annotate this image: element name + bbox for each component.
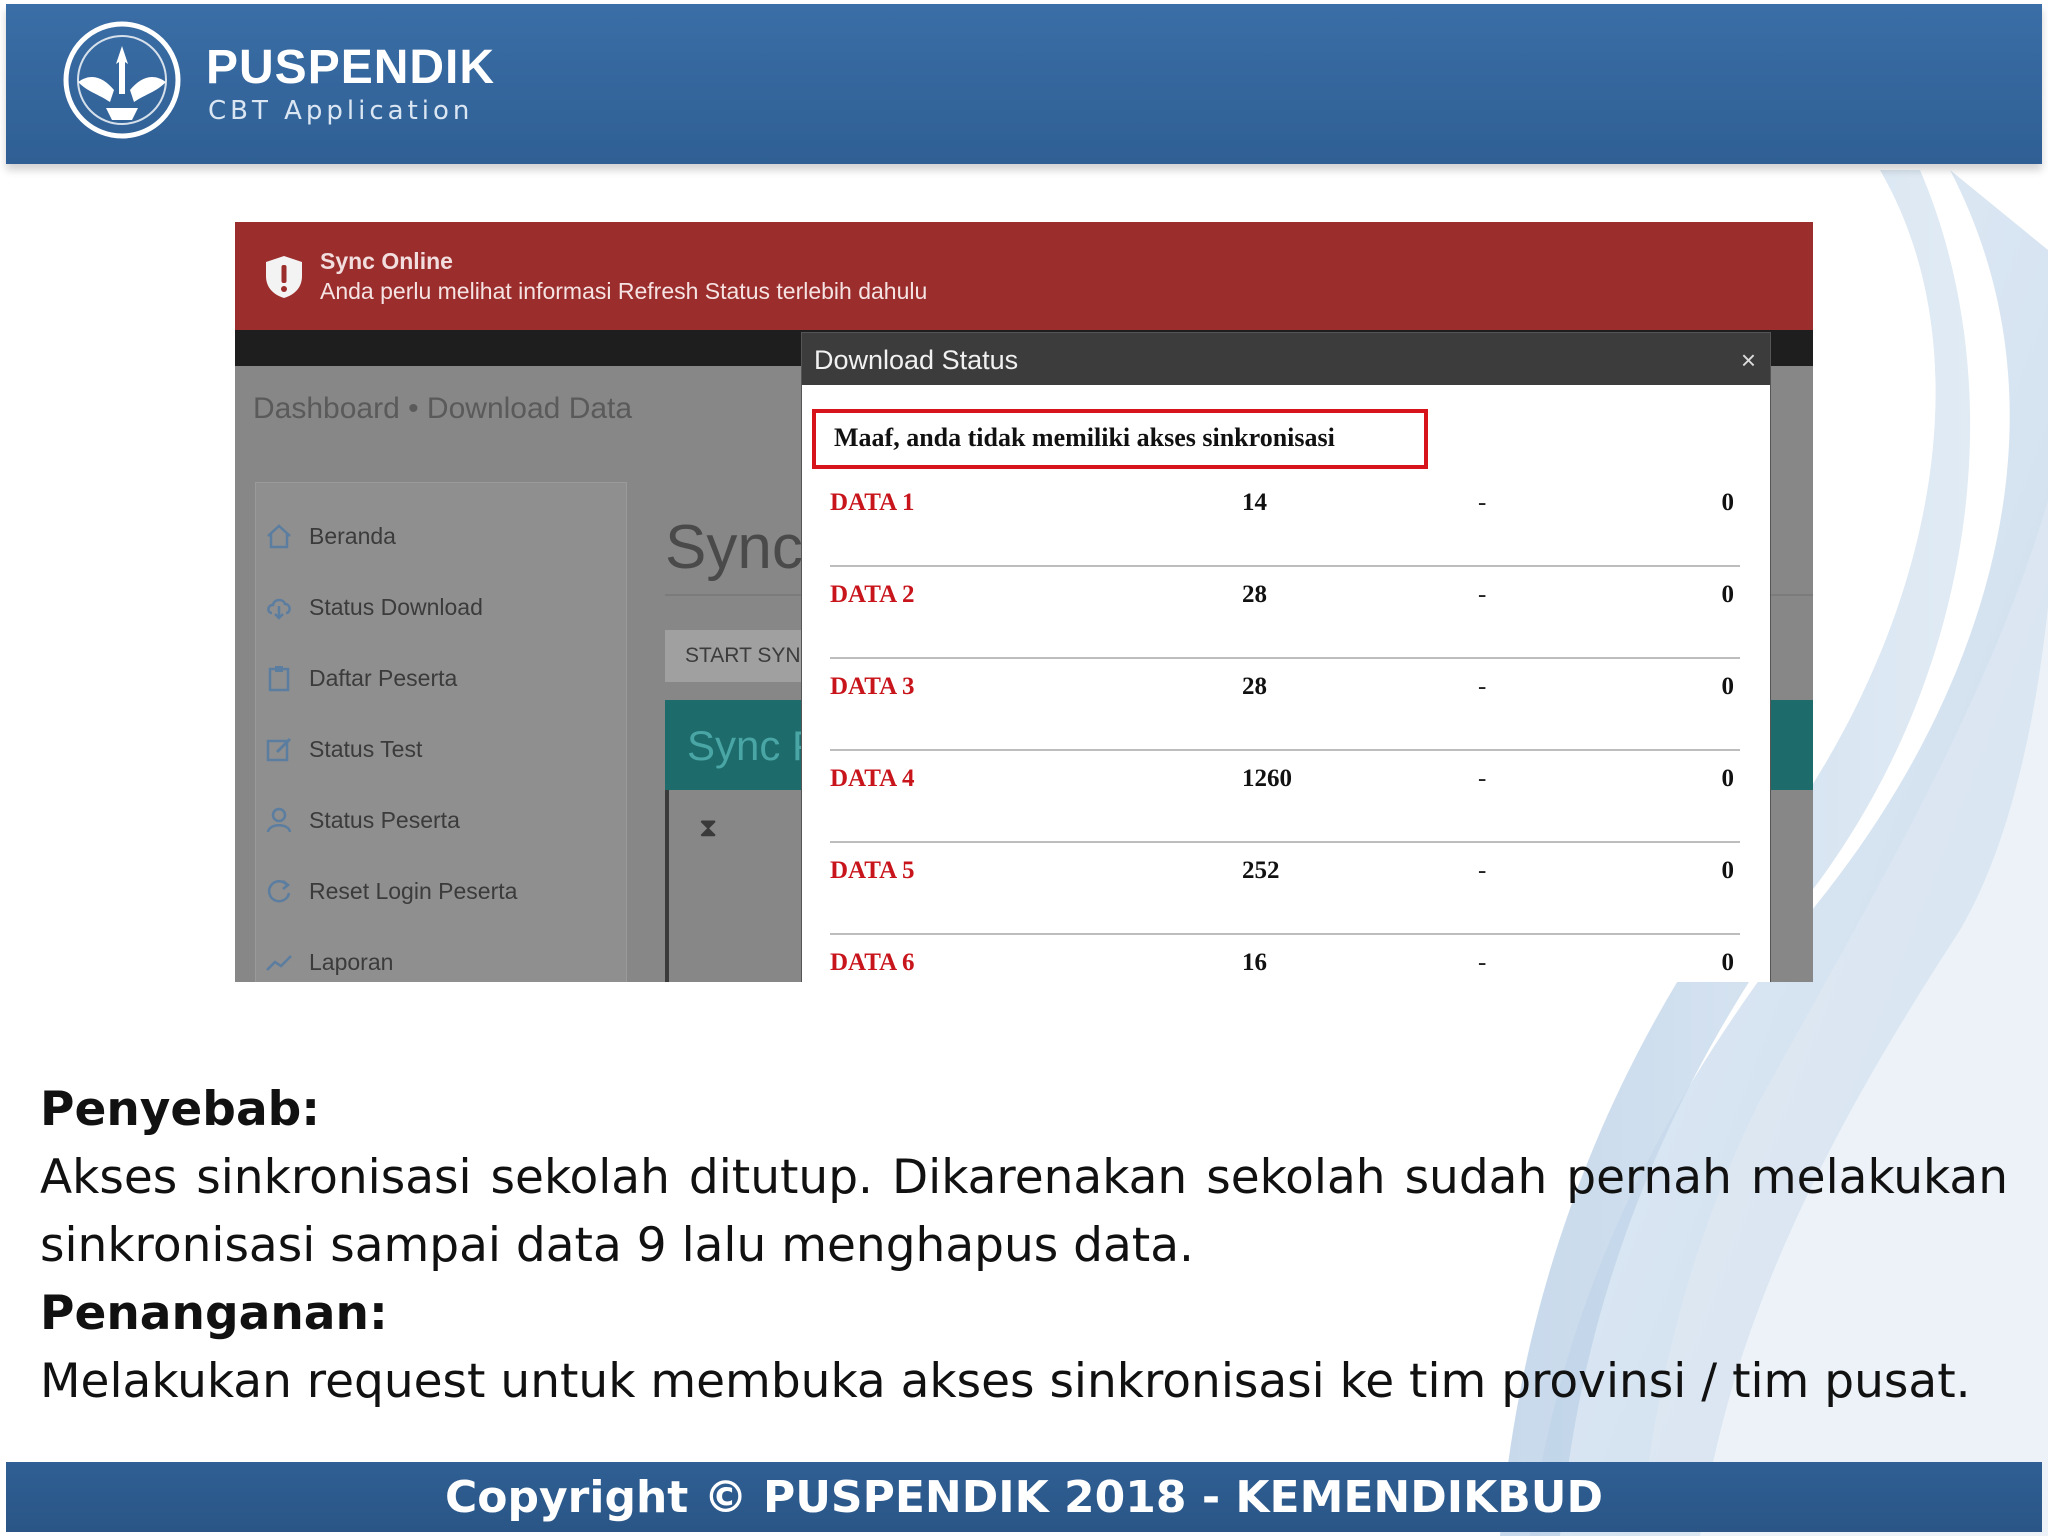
list-item: DATA 6 16 - 0 [830, 935, 1740, 982]
sidebar-item-label: Daftar Peserta [309, 664, 458, 691]
explanation-text: Penyebab: Akses sinkronisasi sekolah dit… [40, 1076, 2008, 1416]
data-name: DATA 3 [830, 673, 915, 700]
sidebar-item-status-test[interactable]: Status Test [265, 729, 595, 769]
cause-text: Akses sinkronisasi sekolah ditutup. Dika… [40, 1150, 2008, 1273]
sync-page-title: Sync [665, 513, 803, 582]
data-count: 16 [1242, 949, 1267, 976]
data-count: 14 [1242, 489, 1267, 516]
sidebar-item-label: Status Download [309, 593, 483, 620]
sidebar-item-reset-login-peserta[interactable]: Reset Login Peserta [265, 871, 595, 911]
home-icon [267, 524, 291, 549]
sidebar-item-beranda[interactable]: Beranda [265, 516, 595, 556]
slide-footer: Copyright © PUSPENDIK 2018 - KEMENDIKBUD [6, 1462, 2042, 1532]
data-separator: - [1478, 489, 1487, 516]
copyright-text: Copyright © PUSPENDIK 2018 - KEMENDIKBUD [444, 1471, 1604, 1523]
cloud-download-icon [267, 598, 291, 620]
slide-header: PUSPENDIK CBT Application [6, 4, 2042, 164]
close-icon[interactable]: × [1741, 345, 1756, 376]
data-separator: - [1478, 673, 1487, 700]
data-separator: - [1478, 765, 1487, 792]
data-name: DATA 6 [830, 949, 915, 976]
data-value: 0 [1721, 857, 1735, 884]
list-item: DATA 3 28 - 0 [830, 659, 1740, 751]
data-value: 0 [1721, 581, 1735, 608]
data-name: DATA 2 [830, 581, 915, 608]
hourglass-icon: ⧗ [699, 812, 718, 842]
download-status-list: DATA 1 14 - 0 DATA 2 28 - 0 DATA 3 28 - … [830, 475, 1740, 982]
data-count: 1260 [1242, 765, 1292, 792]
app-screenshot: Sync Online Anda perlu melihat informasi… [235, 222, 1813, 982]
sidebar-item-label: Laporan [309, 948, 394, 975]
alert-message: Anda perlu melihat informasi Refresh Sta… [320, 278, 928, 304]
error-message: Maaf, anda tidak memiliki akses sinkroni… [834, 423, 1335, 452]
sync-online-alert: Sync Online Anda perlu melihat informasi… [235, 222, 1813, 330]
user-icon [266, 807, 292, 833]
brand-name: PUSPENDIK [206, 41, 496, 94]
sidebar-item-laporan[interactable]: Laporan [265, 942, 595, 982]
chart-line-icon [266, 955, 292, 971]
error-message-box: Maaf, anda tidak memiliki akses sinkroni… [812, 409, 1428, 469]
modal-title: Download Status [814, 345, 1019, 375]
data-value: 0 [1721, 949, 1735, 976]
data-count: 28 [1242, 673, 1267, 700]
sidebar-item-label: Status Test [309, 735, 423, 762]
data-value: 0 [1721, 489, 1735, 516]
fix-heading: Penanganan: [40, 1286, 388, 1341]
fix-text: Melakukan request untuk membuka akses si… [40, 1354, 1971, 1409]
brand-subtitle: CBT Application [208, 96, 474, 126]
data-value: 0 [1721, 673, 1735, 700]
data-value: 0 [1721, 765, 1735, 792]
data-name: DATA 1 [830, 489, 915, 516]
data-count: 28 [1242, 581, 1267, 608]
tut-wuri-handayani-emblem-icon [63, 21, 181, 139]
list-item: DATA 2 28 - 0 [830, 567, 1740, 659]
sidebar-item-label: Beranda [309, 522, 396, 549]
data-separator: - [1478, 949, 1487, 976]
sidebar-item-status-download[interactable]: Status Download [265, 587, 595, 627]
modal-header: Download Status × [802, 333, 1770, 385]
sidebar-item-label: Reset Login Peserta [309, 877, 518, 904]
alert-title: Sync Online [320, 248, 453, 274]
list-item: DATA 1 14 - 0 [830, 475, 1740, 567]
list-item: DATA 5 252 - 0 [830, 843, 1740, 935]
data-name: DATA 5 [830, 857, 915, 884]
data-separator: - [1478, 581, 1487, 608]
breadcrumb: Dashboard • Download Data [253, 392, 633, 425]
cause-heading: Penyebab: [40, 1082, 321, 1137]
panel-border [665, 790, 669, 982]
download-status-modal: Download Status × Maaf, anda tidak memil… [801, 332, 1771, 982]
shield-alert-icon [266, 256, 302, 298]
data-count: 252 [1242, 857, 1280, 884]
refresh-icon [267, 880, 291, 903]
list-item: DATA 4 1260 - 0 [830, 751, 1740, 843]
data-separator: - [1478, 857, 1487, 884]
sidebar-item-daftar-peserta[interactable]: Daftar Peserta [265, 658, 595, 698]
data-name: DATA 4 [830, 765, 915, 792]
sidebar-item-label: Status Peserta [309, 806, 460, 833]
edit-icon [266, 737, 292, 762]
clipboard-icon [268, 666, 290, 692]
sidebar-item-status-peserta[interactable]: Status Peserta [265, 800, 595, 840]
